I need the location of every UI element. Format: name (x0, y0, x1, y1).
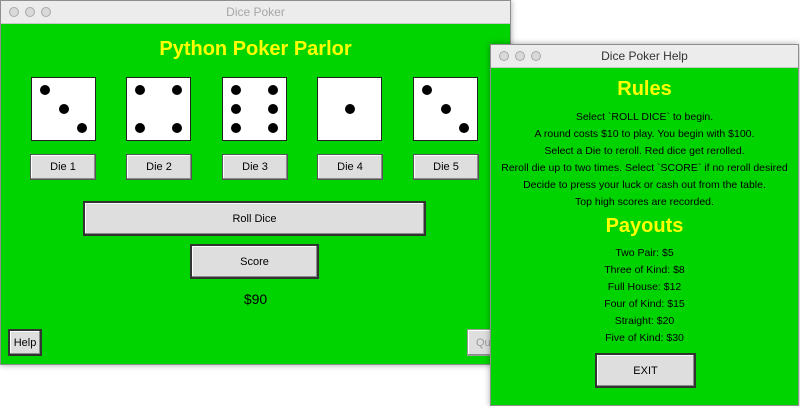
page-title: Python Poker Parlor (159, 38, 352, 60)
help-window: Dice Poker Help Rules Select `ROLL DICE`… (490, 44, 799, 406)
die-pip (344, 104, 355, 114)
die-2-button[interactable]: Die 2 (126, 154, 192, 180)
main-window: Dice Poker Python Poker Parlor Die 1 Die… (0, 0, 511, 365)
die-1-face[interactable] (31, 77, 96, 141)
rules-heading: Rules (617, 78, 672, 100)
die-4-face[interactable] (317, 77, 382, 141)
exit-button[interactable]: EXIT (595, 353, 696, 388)
rule-line: Select a Die to reroll. Red dice get rer… (544, 145, 745, 157)
payouts-heading: Payouts (605, 215, 684, 237)
die-pip (230, 85, 241, 96)
die-pip (172, 85, 183, 96)
rule-line: Top high scores are recorded. (575, 196, 714, 208)
die-3-face[interactable] (222, 77, 287, 141)
die-pip (268, 122, 279, 133)
die-4-button[interactable]: Die 4 (317, 154, 383, 180)
rule-line: Decide to press your luck or cash out fr… (523, 179, 766, 191)
main-titlebar[interactable]: Dice Poker (1, 1, 510, 24)
die-3-button[interactable]: Die 3 (222, 154, 288, 180)
die-pip (459, 122, 470, 133)
die-pip (134, 122, 145, 133)
payout-line: Four of Kind: $15 (604, 298, 685, 310)
roll-dice-button[interactable]: Roll Dice (83, 201, 426, 236)
payout-line: Three of Kind: $8 (604, 264, 685, 276)
die-pip (134, 85, 145, 96)
rule-line: Select `ROLL DICE` to begin. (575, 111, 714, 123)
die-pip (172, 122, 183, 133)
die-pip (58, 104, 69, 114)
help-titlebar[interactable]: Dice Poker Help (491, 45, 798, 68)
rule-line: A round costs $10 to play. You begin wit… (534, 128, 755, 140)
main-window-title: Dice Poker (226, 5, 285, 19)
score-button[interactable]: Score (190, 244, 319, 279)
die-pip (421, 85, 432, 96)
rule-line: Reroll die up to two times. Select `SCOR… (501, 162, 788, 174)
die-pip (77, 122, 88, 133)
die-5-button[interactable]: Die 5 (413, 154, 479, 180)
payout-line: Two Pair: $5 (615, 247, 674, 259)
payout-line: Five of Kind: $30 (605, 332, 684, 344)
money-display: $90 (243, 291, 268, 307)
die-1-button[interactable]: Die 1 (30, 154, 96, 180)
die-pip (230, 122, 241, 133)
die-pip (230, 104, 241, 114)
payout-line: Full House: $12 (607, 281, 682, 293)
die-5-face[interactable] (413, 77, 478, 141)
die-pip (268, 104, 279, 114)
help-window-title: Dice Poker Help (601, 49, 688, 63)
die-pip (39, 85, 50, 96)
help-button[interactable]: Help (8, 329, 42, 356)
die-2-face[interactable] (126, 77, 191, 141)
die-pip (440, 104, 451, 114)
payout-line: Straight: $20 (614, 315, 675, 327)
die-pip (268, 85, 279, 96)
